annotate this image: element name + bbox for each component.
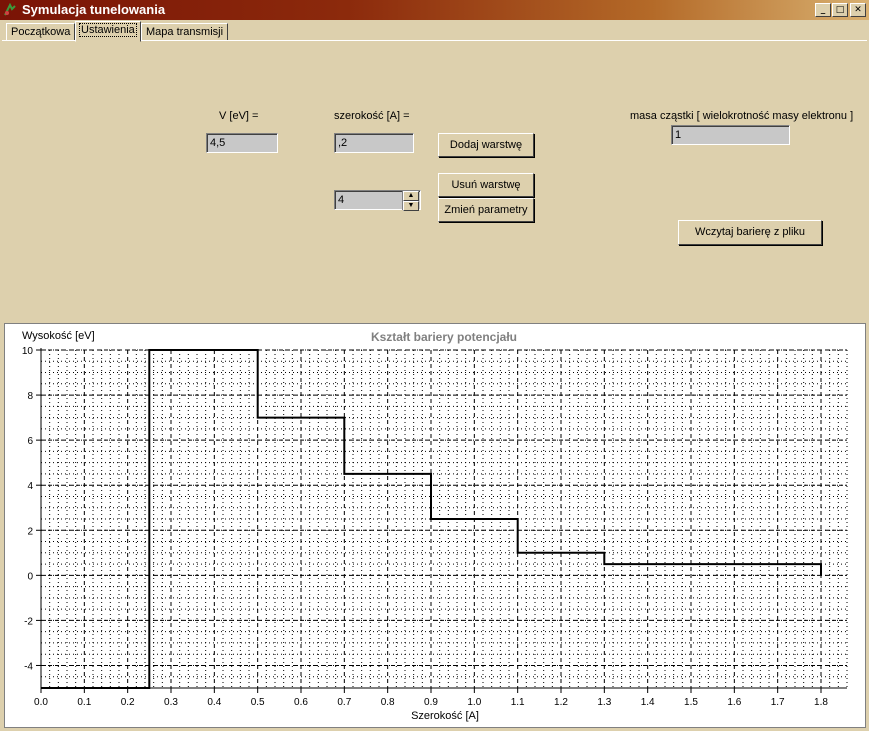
x-tick-label: 1.4 xyxy=(641,697,655,708)
width-input[interactable]: ,2 xyxy=(334,133,414,153)
x-tick-label: 1.7 xyxy=(771,697,785,708)
x-tick-label: 0.1 xyxy=(77,697,91,708)
width-label: szerokość [A] = xyxy=(334,110,410,122)
tab-ustawienia[interactable]: Ustawienia xyxy=(75,21,141,42)
x-tick-label: 0.0 xyxy=(34,697,48,708)
load-barrier-button[interactable]: Wczytaj barierę z pliku xyxy=(678,220,822,245)
settings-panel: V [eV] = 4,5 szerokość [A] = ,2 Dodaj wa… xyxy=(2,40,867,321)
chart-svg: 0.0 0.1 0.2 0.3 0.4 0.5 0.6 0.7 0.8 0.9 1.0 1.1 1.2 1… xyxy=(22,330,848,722)
x-tick-label: 1.2 xyxy=(554,697,568,708)
close-icon: ✕ xyxy=(854,5,862,15)
x-tick-label: 1.6 xyxy=(727,697,741,708)
x-tick-label: 0.4 xyxy=(207,697,221,708)
y-tick-label: 0 xyxy=(27,571,33,582)
spinner-buttons: ▲ ▼ xyxy=(402,191,419,211)
spin-down-icon[interactable]: ▼ xyxy=(403,201,419,211)
y-axis-label: Wysokość [eV] xyxy=(22,330,95,342)
x-tick-label: 0.7 xyxy=(337,697,351,708)
x-tick-label: 0.8 xyxy=(381,697,395,708)
minimize-button[interactable]: _ xyxy=(815,3,831,17)
maximize-button[interactable]: □ xyxy=(832,3,848,17)
app-icon xyxy=(4,3,16,16)
y-tick-label: 6 xyxy=(27,436,33,447)
x-tick-label: 0.9 xyxy=(424,697,438,708)
y-tick-label: 10 xyxy=(22,346,34,357)
mass-label: masa cząstki [ wielokrotność masy elektr… xyxy=(630,110,854,122)
tab-mapa-transmisji[interactable]: Mapa transmisji xyxy=(141,23,229,41)
y-tick-label: 4 xyxy=(27,481,33,492)
window-title: Symulacja tunelowania xyxy=(22,2,166,17)
x-tick-label: 0.5 xyxy=(251,697,265,708)
x-tick-label: 0.6 xyxy=(294,697,308,708)
x-axis-label: Szerokość [A] xyxy=(411,710,479,722)
barrier-chart: 0.0 0.1 0.2 0.3 0.4 0.5 0.6 0.7 0.8 0.9 1.0 1.1 1.2 1… xyxy=(4,323,866,728)
x-tick-label: 1.8 xyxy=(814,697,828,708)
x-tick-label: 1.0 xyxy=(467,697,481,708)
x-tick-label: 1.5 xyxy=(684,697,698,708)
tab-ustawienia-label: Ustawienia xyxy=(79,23,137,37)
v-input[interactable]: 4,5 xyxy=(206,133,278,153)
x-tick-label: 1.3 xyxy=(597,697,611,708)
x-tick-label: 0.2 xyxy=(121,697,135,708)
maximize-icon: □ xyxy=(835,5,845,15)
x-tick-label: 1.1 xyxy=(511,697,525,708)
layer-spinner[interactable]: 4 ▲ ▼ xyxy=(334,190,421,211)
change-params-button[interactable]: Zmień parametry xyxy=(438,198,534,222)
add-layer-button[interactable]: Dodaj warstwę xyxy=(438,133,534,157)
x-tick-label: 0.3 xyxy=(164,697,178,708)
title-bar: Symulacja tunelowania _ □ ✕ xyxy=(0,0,869,20)
y-tick-label: 2 xyxy=(27,526,33,537)
y-tick-label: 8 xyxy=(27,391,33,402)
close-button[interactable]: ✕ xyxy=(850,3,866,17)
minimize-icon: _ xyxy=(820,5,826,15)
spin-up-icon[interactable]: ▲ xyxy=(403,191,419,201)
remove-layer-button[interactable]: Usuń warstwę xyxy=(438,173,534,197)
tab-poczatkowa[interactable]: Początkowa xyxy=(6,23,76,41)
y-tick-label: -4 xyxy=(24,661,33,672)
layer-spinner-value: 4 xyxy=(338,194,345,206)
v-label: V [eV] = xyxy=(219,110,259,122)
tab-strip: Początkowa Ustawienia Mapa transmisji xyxy=(0,20,869,42)
chart-title: Kształt bariery potencjału xyxy=(371,330,517,344)
mass-input[interactable]: 1 xyxy=(671,125,790,145)
y-tick-label: -2 xyxy=(24,616,33,627)
